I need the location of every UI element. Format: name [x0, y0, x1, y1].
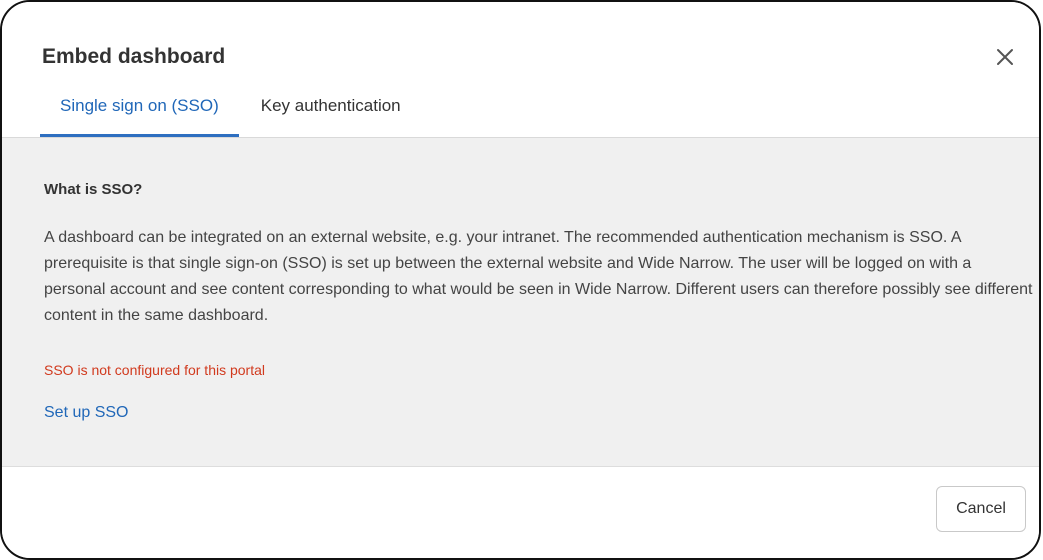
tab-key-authentication[interactable]: Key authentication — [239, 88, 421, 136]
set-up-sso-link[interactable]: Set up SSO — [44, 402, 129, 424]
cancel-button[interactable]: Cancel — [936, 486, 1026, 532]
sso-status-message: SSO is not configured for this portal — [44, 362, 265, 378]
auth-tabs: Single sign on (SSO) Key authentication — [40, 88, 421, 137]
tab-label-single-sign-on: Single sign on (SSO) — [60, 96, 219, 115]
close-button[interactable] — [993, 45, 1017, 69]
dialog-header: Embed dashboard Single sign on (SSO) Key… — [2, 2, 1039, 138]
close-icon — [997, 49, 1013, 65]
sso-content-panel: What is SSO? A dashboard can be integrat… — [2, 138, 1039, 467]
tab-label-key-authentication: Key authentication — [260, 96, 401, 115]
dialog-title: Embed dashboard — [42, 45, 226, 68]
tab-single-sign-on[interactable]: Single sign on (SSO) — [40, 88, 239, 137]
section-heading: What is SSO? — [44, 181, 143, 198]
embed-dashboard-dialog: Embed dashboard Single sign on (SSO) Key… — [0, 0, 1041, 560]
dialog-footer: Cancel — [2, 467, 1039, 558]
sso-description: A dashboard can be integrated on an exte… — [44, 229, 1033, 324]
